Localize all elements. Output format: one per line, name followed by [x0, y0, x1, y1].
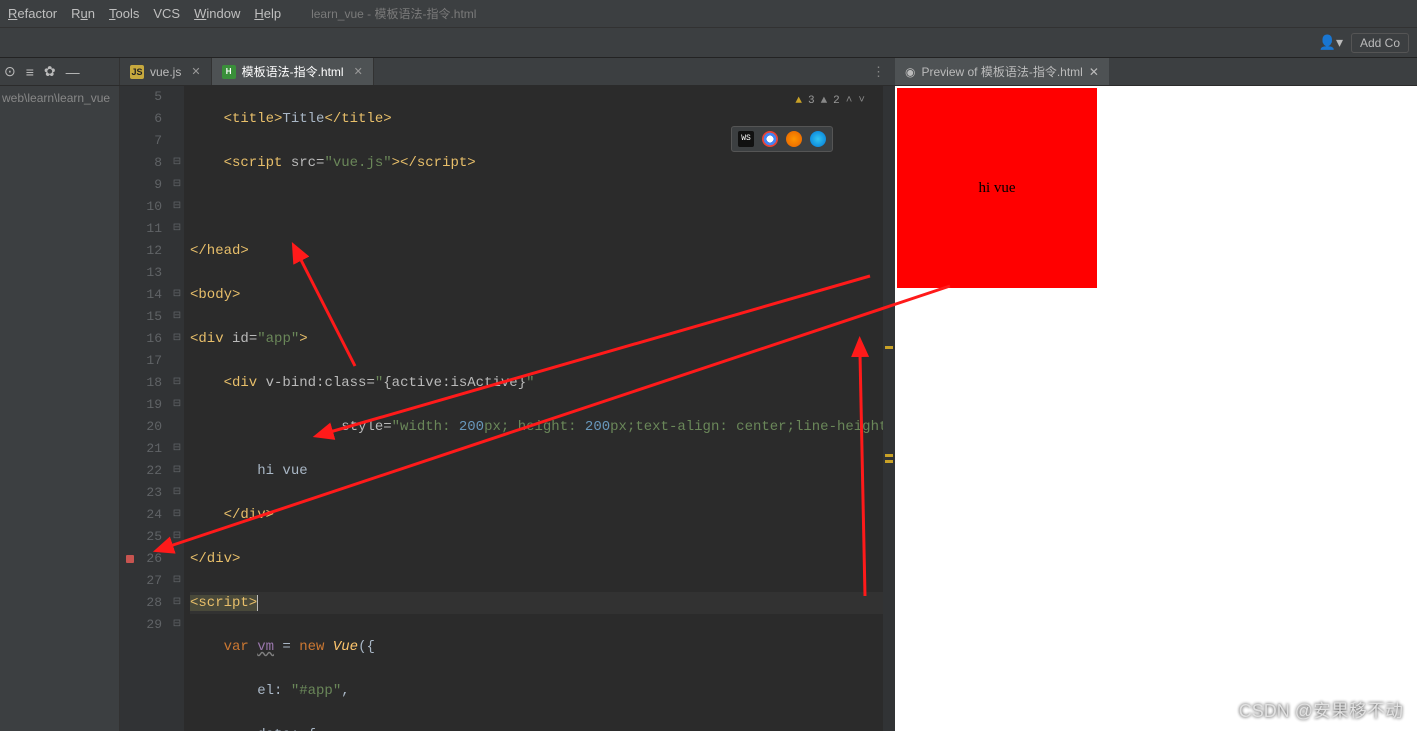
- line-number: 22: [120, 460, 162, 482]
- tab-row: ⊙ ≡ ✿ — JS vue.js ✕ H 模板语法-指令.html ✕ ⋮ ◉…: [0, 58, 1417, 86]
- line-number: 12: [120, 240, 162, 262]
- line-number: 8: [120, 152, 162, 174]
- editor: 5 6 7 8 9 10 11 12 13 14 15 16 17 18 19 …: [120, 86, 895, 731]
- line-number: 18: [120, 372, 162, 394]
- line-number: 10: [120, 196, 162, 218]
- hide-icon[interactable]: —: [66, 64, 80, 80]
- preview-tab[interactable]: ◉ Preview of 模板语法-指令.html ✕: [895, 58, 1109, 85]
- settings-icon[interactable]: ✿: [44, 63, 56, 80]
- title-path: learn_vue - 模板语法-指令.html: [311, 5, 476, 22]
- fold-column[interactable]: ⊟⊟⊟⊟ ⊟⊟⊟ ⊟⊟ ⊟⊟⊟⊟⊟ ⊟⊟⊟: [170, 86, 184, 731]
- preview-tab-bar: ◉ Preview of 模板语法-指令.html ✕: [895, 58, 1417, 85]
- line-number: 23: [120, 482, 162, 504]
- menu-run[interactable]: Run: [71, 6, 95, 21]
- firefox-icon[interactable]: [786, 131, 802, 147]
- line-number: 19: [120, 394, 162, 416]
- project-path[interactable]: web\learn\learn_vue: [0, 86, 119, 110]
- chrome-icon[interactable]: [762, 131, 778, 147]
- browser-preview-bar: WS: [731, 126, 833, 152]
- preview-tab-label: Preview of 模板语法-指令.html: [921, 63, 1082, 80]
- line-number: 5: [120, 86, 162, 108]
- line-number: 25: [120, 526, 162, 548]
- line-number: 16: [120, 328, 162, 350]
- chevron-down-icon[interactable]: ˅: [858, 90, 865, 112]
- code-area[interactable]: <title>Title</title> <script src="vue.js…: [184, 86, 883, 731]
- line-number: 29: [120, 614, 162, 636]
- expand-all-icon[interactable]: ≡: [26, 64, 34, 80]
- menu-bar: Refactor Run Tools VCS Window Help learn…: [0, 0, 1417, 28]
- chevron-up-icon[interactable]: ˄: [846, 90, 853, 112]
- line-number: 6: [120, 108, 162, 130]
- tab-options-icon[interactable]: ⋮: [862, 58, 895, 85]
- line-number: 15: [120, 306, 162, 328]
- menu-help[interactable]: Help: [254, 6, 281, 21]
- close-icon[interactable]: ✕: [1089, 65, 1099, 79]
- close-icon[interactable]: ✕: [191, 65, 200, 78]
- line-number: 13: [120, 262, 162, 284]
- line-number: 26: [120, 548, 162, 570]
- line-number: 20: [120, 416, 162, 438]
- tab-vuejs[interactable]: JS vue.js ✕: [120, 58, 212, 85]
- editor-tabs: JS vue.js ✕ H 模板语法-指令.html ✕ ⋮: [120, 58, 895, 85]
- preview-icon: ◉: [905, 65, 915, 79]
- line-number: 11: [120, 218, 162, 240]
- html-file-icon: H: [222, 65, 236, 79]
- warning-count: 3: [808, 90, 815, 112]
- preview-app-div: hi vue: [897, 88, 1097, 288]
- line-number: 27: [120, 570, 162, 592]
- close-icon[interactable]: ✕: [354, 65, 363, 78]
- line-number: 28: [120, 592, 162, 614]
- js-file-icon: JS: [130, 65, 144, 79]
- line-number: 17: [120, 350, 162, 372]
- line-number: 21: [120, 438, 162, 460]
- preview-pane: hi vue: [895, 86, 1417, 731]
- menu-refactor[interactable]: Refactor: [8, 6, 57, 21]
- project-toolbar: ⊙ ≡ ✿ —: [0, 58, 120, 85]
- inspection-widget[interactable]: ▲3 ▲2 ˄ ˅: [795, 90, 865, 112]
- line-number: 7: [120, 130, 162, 152]
- line-number: 24: [120, 504, 162, 526]
- weak-warning-icon: ▲: [821, 90, 828, 112]
- tab-template-html[interactable]: H 模板语法-指令.html ✕: [212, 58, 374, 85]
- select-opened-icon[interactable]: ⊙: [4, 63, 16, 80]
- tab-label: 模板语法-指令.html: [242, 63, 344, 80]
- weak-warning-count: 2: [833, 90, 840, 112]
- tab-label: vue.js: [150, 65, 181, 79]
- error-stripe[interactable]: [883, 86, 895, 731]
- watermark: CSDN @安果移不动: [1239, 697, 1403, 723]
- line-number: 9: [120, 174, 162, 196]
- main-area: web\learn\learn_vue 5 6 7 8 9 10 11 12 1…: [0, 86, 1417, 731]
- edge-icon[interactable]: [810, 131, 826, 147]
- toolbar-bar: 👤▾ Add Co: [0, 28, 1417, 58]
- gutter[interactable]: 5 6 7 8 9 10 11 12 13 14 15 16 17 18 19 …: [120, 86, 170, 731]
- menu-vcs[interactable]: VCS: [153, 6, 180, 21]
- project-view[interactable]: web\learn\learn_vue: [0, 86, 120, 731]
- menu-window[interactable]: Window: [194, 6, 240, 21]
- avatar-icon[interactable]: 👤▾: [1319, 34, 1343, 51]
- menu-tools[interactable]: Tools: [109, 6, 139, 21]
- line-number: 14: [120, 284, 162, 306]
- warning-icon: ▲: [795, 90, 802, 112]
- webstorm-preview-icon[interactable]: WS: [738, 131, 754, 147]
- add-configuration-button[interactable]: Add Co: [1351, 33, 1409, 53]
- breakpoint-icon[interactable]: [126, 555, 134, 563]
